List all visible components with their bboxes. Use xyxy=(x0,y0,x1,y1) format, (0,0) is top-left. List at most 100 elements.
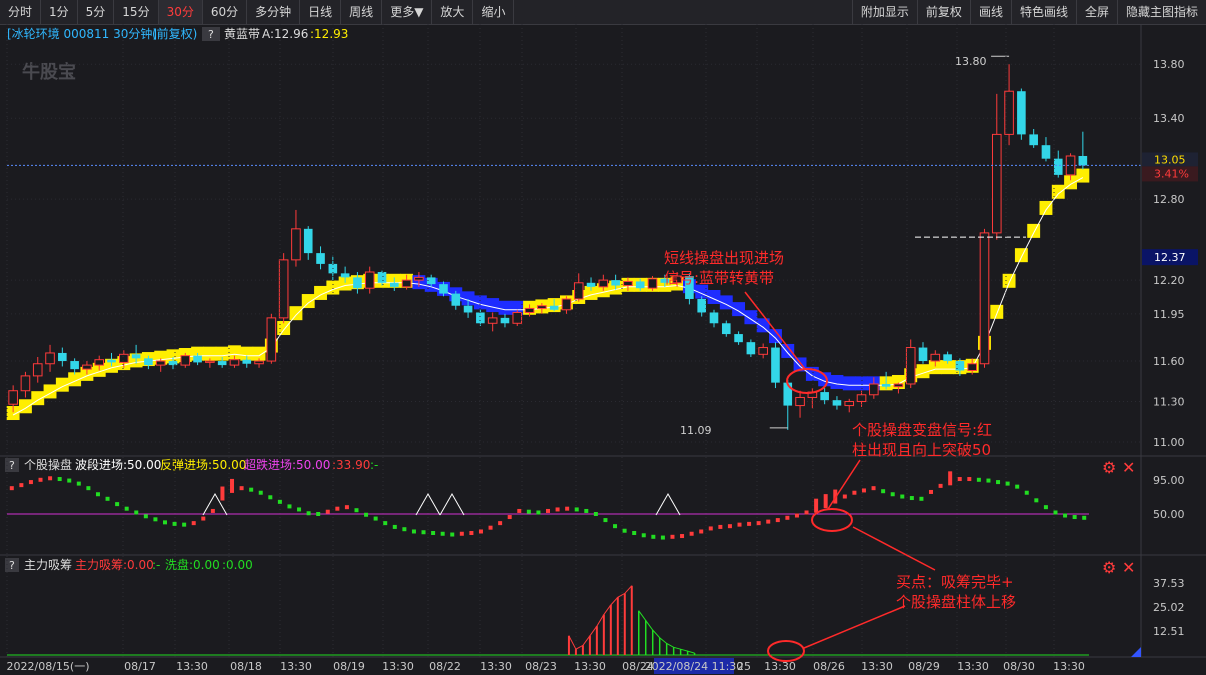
candle-body-44 xyxy=(549,305,559,310)
candle-body-59 xyxy=(734,334,743,343)
candle-body-80 xyxy=(991,133,1002,234)
candle-body-8 xyxy=(107,359,116,363)
y-tick-p3-0: 37.53 xyxy=(1153,577,1185,590)
annotation-2-line-2: 柱出现且向上突破50 xyxy=(852,441,991,459)
p2-mark-27 xyxy=(268,495,273,500)
p2-mark-10 xyxy=(105,496,110,501)
ribbon-block-67 xyxy=(830,374,844,389)
x-label-4: 13:30 xyxy=(280,660,312,673)
x-label-7: 08/22 xyxy=(429,660,461,673)
p2-mark-77 xyxy=(747,521,752,526)
panel2-name[interactable]: 个股操盘 xyxy=(24,457,72,472)
x-label-5: 08/19 xyxy=(333,660,365,673)
p2-mark-98 xyxy=(948,471,953,486)
candle-body-14 xyxy=(180,355,191,366)
candle-body-3 xyxy=(45,352,55,365)
candle-body-27 xyxy=(340,273,350,278)
panel3-legend-3: 洗盘:0.00 xyxy=(165,557,220,572)
p2-mark-81 xyxy=(785,515,790,520)
p2-mark-92 xyxy=(890,492,895,497)
p2-mark-36 xyxy=(354,508,359,513)
x-label-2: 13:30 xyxy=(176,660,208,673)
candle-body-70 xyxy=(869,383,879,396)
p2-mark-57 xyxy=(555,507,560,512)
panel3-name[interactable]: 主力吸筹 xyxy=(24,558,72,572)
low-price-label: 11.09 xyxy=(680,424,712,437)
candle-body-75 xyxy=(930,353,941,362)
indicator-name[interactable]: 黄蓝带 xyxy=(224,27,260,41)
p2-mark-83 xyxy=(804,510,809,515)
p2-mark-51 xyxy=(498,521,503,526)
annotation-2-line-1: 个股操盘变盘信号:红 xyxy=(852,421,992,439)
ribbon-block-24 xyxy=(301,294,315,309)
candle-body-82 xyxy=(1017,91,1026,135)
help-icon: ? xyxy=(9,559,15,572)
candle-body-9 xyxy=(119,353,129,363)
p2-mark-69 xyxy=(670,534,675,539)
p2-mark-95 xyxy=(919,496,924,501)
p2-mark-85 xyxy=(823,494,828,509)
y-tick-main-6: 11.30 xyxy=(1153,396,1185,409)
candle-body-22 xyxy=(278,259,289,319)
panel2-legend-1: 波段进场:50.00 xyxy=(75,457,161,472)
panel2-legend-4: :33.90 xyxy=(332,458,370,472)
ribbon-block-81 xyxy=(1002,273,1016,288)
p2-mark-14 xyxy=(143,514,148,519)
p2-mark-42 xyxy=(411,529,416,534)
candle-body-85 xyxy=(1053,158,1063,175)
p2-mark-47 xyxy=(459,531,464,536)
candle-body-72 xyxy=(893,383,904,388)
p2-mark-89 xyxy=(861,488,866,493)
ribbon-center-line xyxy=(12,177,1084,416)
candle-body-36 xyxy=(451,293,461,306)
stock-title[interactable]: [冰轮环境 000811 30分钟] xyxy=(7,26,157,41)
annotation-1-line-1: 短线操盘出现进场 xyxy=(664,249,784,267)
p2-mark-41 xyxy=(402,527,407,532)
panel3-legend-4: :0.00 xyxy=(222,558,253,572)
annotation-pointer-2b xyxy=(852,526,936,571)
p2-mark-93 xyxy=(900,494,905,499)
main-chart-panel: [冰轮环境 000811 30分钟] (前复权) ? 黄蓝带 A:12.96 :… xyxy=(6,26,1198,449)
panel2-gear-icon[interactable]: ⚙ xyxy=(1102,458,1116,477)
p2-mark-96 xyxy=(929,489,934,494)
x-label-3: 08/18 xyxy=(230,660,262,673)
candle-body-41 xyxy=(512,311,523,324)
candle-body-78 xyxy=(967,363,977,371)
x-label-17: 08/29 xyxy=(908,660,940,673)
help-icon: ? xyxy=(208,28,214,41)
current-price-label: 13.05 xyxy=(1154,153,1186,166)
candle-body-74 xyxy=(918,347,928,362)
p2-mark-17 xyxy=(172,521,177,526)
p2-mark-112 xyxy=(1082,515,1087,520)
p2-mark-16 xyxy=(162,520,167,525)
candle-body-33 xyxy=(414,276,424,281)
candle-body-56 xyxy=(697,298,706,313)
p2-mark-2 xyxy=(28,480,33,485)
candle-body-12 xyxy=(155,360,166,366)
y-tick-main-4: 11.95 xyxy=(1153,308,1185,321)
p2-mark-105 xyxy=(1015,484,1020,489)
candle-body-64 xyxy=(795,396,805,407)
p2-mark-66 xyxy=(641,533,646,538)
candle-body-87 xyxy=(1078,155,1088,166)
p2-mark-37 xyxy=(364,512,369,517)
candle-body-77 xyxy=(955,361,965,371)
candle-body-71 xyxy=(881,383,891,387)
candle-body-4 xyxy=(58,352,67,362)
candle-body-45 xyxy=(561,298,572,311)
candle-body-83 xyxy=(1029,134,1038,146)
x-label-16: 13:30 xyxy=(861,660,893,673)
candle-body-19 xyxy=(242,359,252,364)
candle-body-15 xyxy=(193,355,202,363)
panel2-close-icon[interactable]: ✕ xyxy=(1122,458,1135,477)
candle-body-5 xyxy=(70,361,79,370)
p2-mark-99 xyxy=(957,477,962,482)
candle-body-32 xyxy=(401,279,412,288)
p2-mark-104 xyxy=(1005,481,1010,486)
panel3-close-icon[interactable]: ✕ xyxy=(1122,558,1135,577)
panel3-gear-icon[interactable]: ⚙ xyxy=(1102,558,1116,577)
candle-body-20 xyxy=(254,360,264,365)
p2-mark-97 xyxy=(938,483,943,488)
annotation-layer: 短线操盘出现进场 信号:蓝带转黄带 个股操盘变盘信号:红 柱出现且向上突破50 … xyxy=(664,55,1016,662)
p2-mark-46 xyxy=(450,532,455,537)
